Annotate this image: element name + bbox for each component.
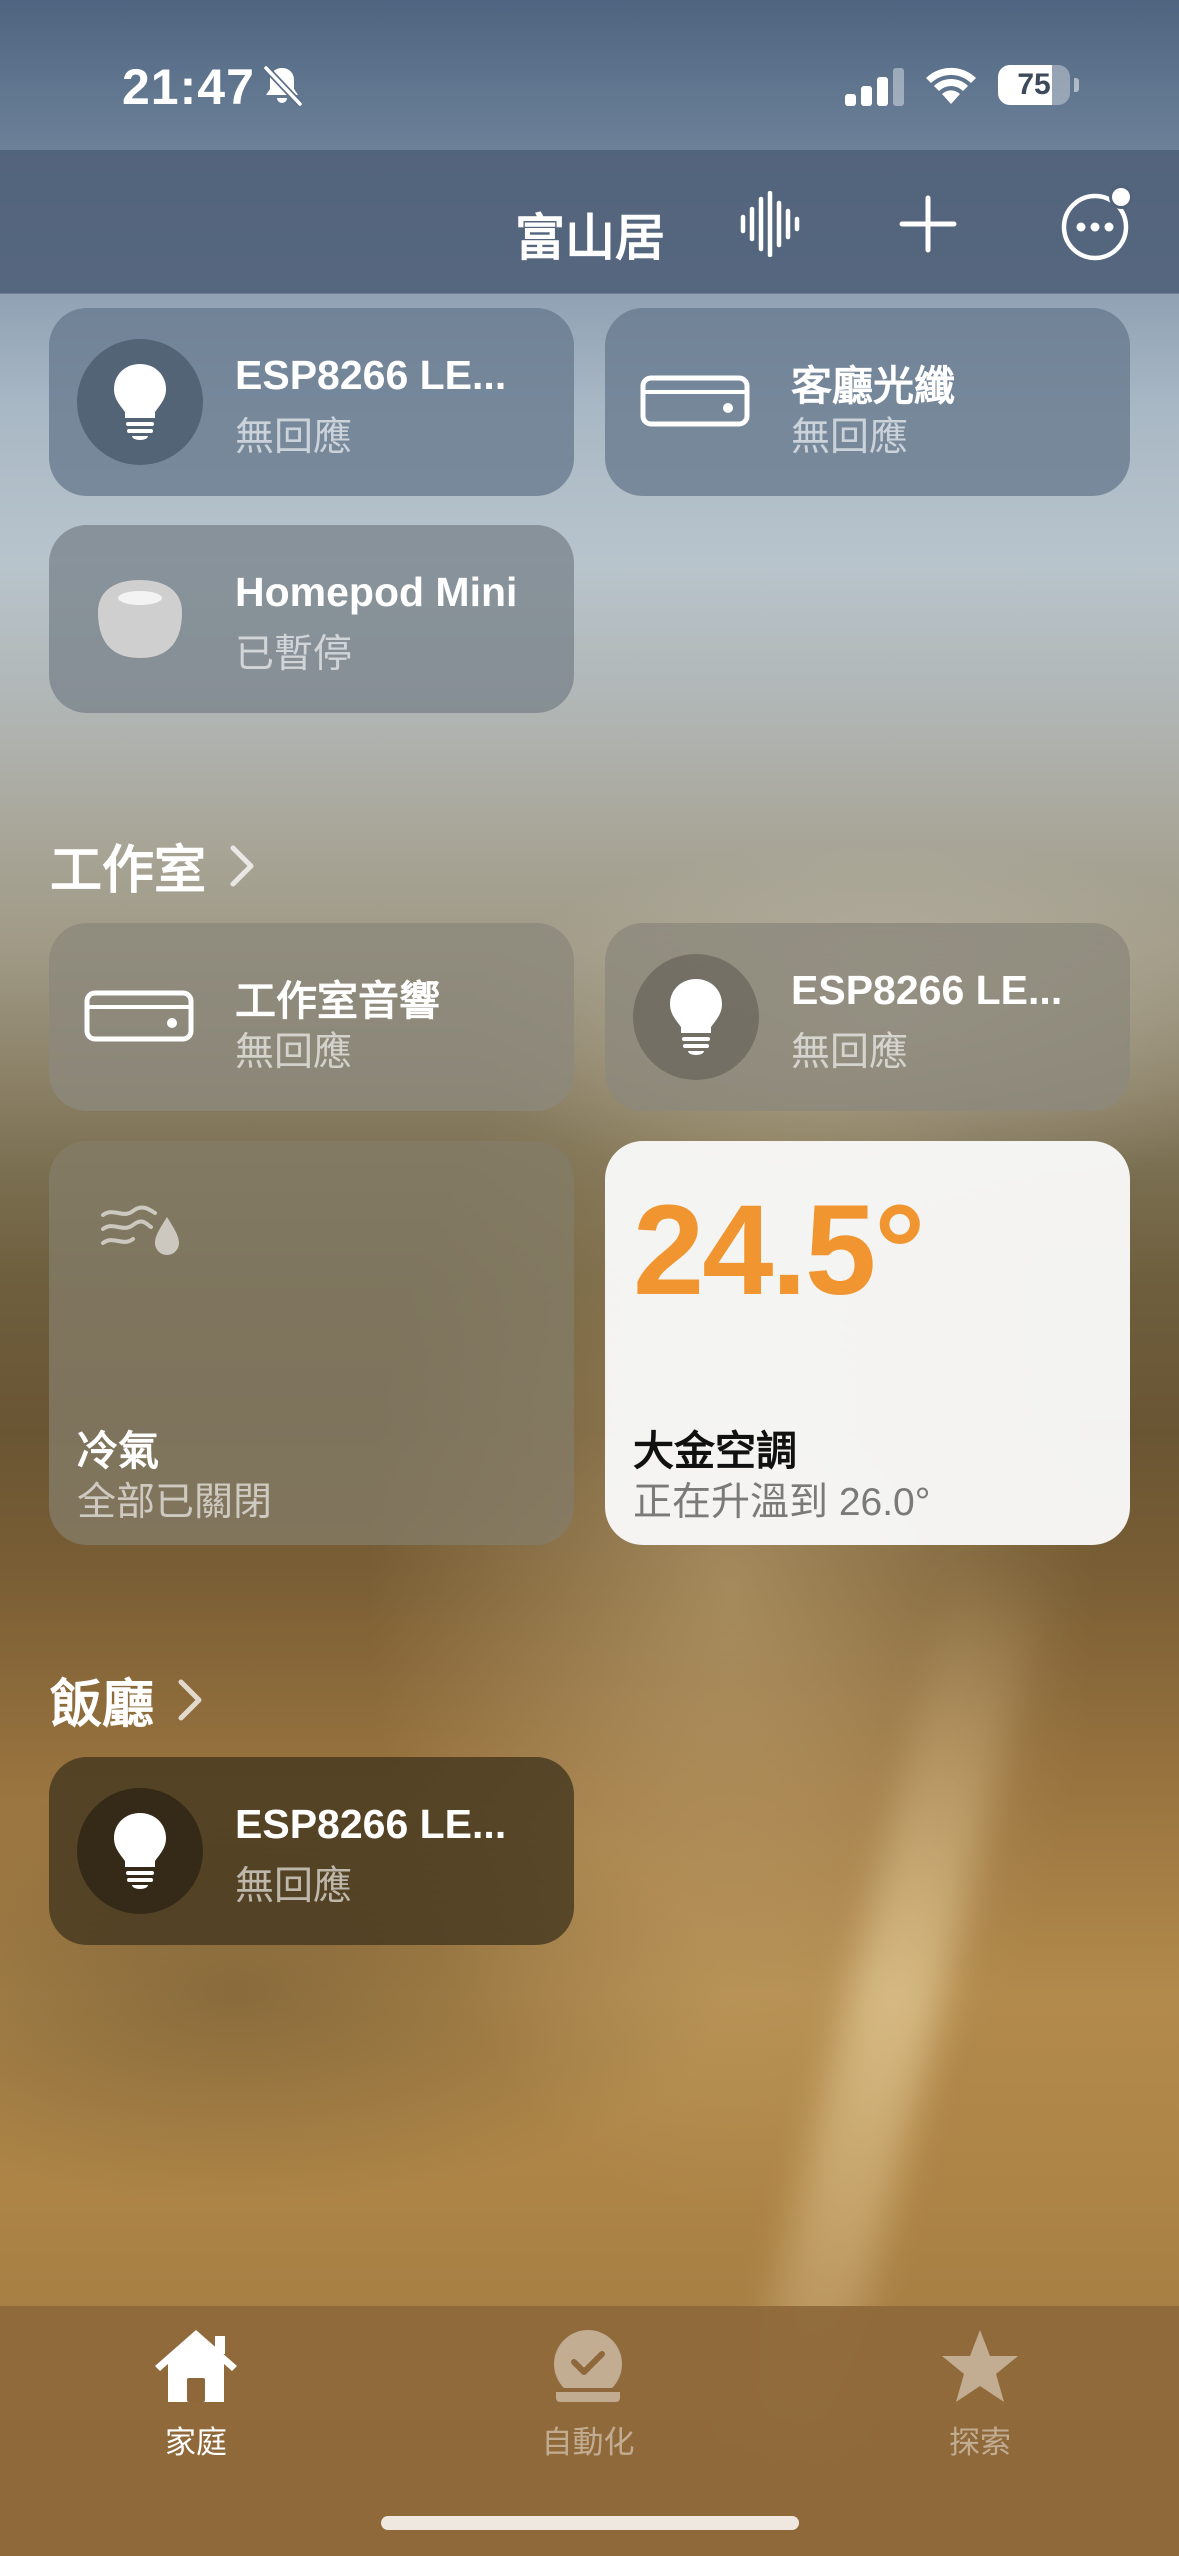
tile-status: 全部已關閉 xyxy=(77,1481,273,1524)
tile-status: 無回應 xyxy=(791,416,909,459)
tab-label: 探索 xyxy=(949,2425,1011,2460)
air-humidity-icon xyxy=(99,1203,185,1274)
tile-status: 無回應 xyxy=(791,1031,909,1074)
add-button[interactable] xyxy=(890,188,966,264)
tile-name: ESP8266 LE... xyxy=(791,967,1063,1013)
tab-home[interactable]: 家庭 xyxy=(96,2326,296,2462)
waveform-icon xyxy=(735,190,801,262)
lightbulb-icon xyxy=(77,1788,203,1914)
tile-name: Homepod Mini xyxy=(235,569,518,615)
status-bar: 21:47 75 xyxy=(0,0,1179,150)
accessory-tile-homepod[interactable]: Homepod Mini 已暫停 xyxy=(49,525,574,713)
chevron-right-icon xyxy=(228,843,256,889)
accessory-tile-studio-esp8266[interactable]: ESP8266 LE... 無回應 xyxy=(605,923,1130,1111)
tile-status: 無回應 xyxy=(235,1865,353,1908)
intercom-button[interactable] xyxy=(730,188,806,264)
home-icon xyxy=(151,2326,241,2411)
tab-label: 家庭 xyxy=(165,2425,227,2460)
section-header-dining[interactable]: 飯廳 xyxy=(50,1662,204,1737)
current-temperature: 24.5° xyxy=(633,1179,925,1322)
tile-name: 客廳光纖 xyxy=(791,363,955,409)
accessory-tile-studio-speaker[interactable]: 工作室音響 無回應 xyxy=(49,923,574,1111)
lightbulb-icon xyxy=(77,339,203,465)
lightbulb-icon xyxy=(633,954,759,1080)
accessory-tile-ac-group[interactable]: 冷氣 全部已關閉 xyxy=(49,1141,574,1545)
home-title[interactable]: 富山居 xyxy=(515,198,665,270)
clock-check-icon xyxy=(548,2326,628,2411)
homepod-mini-icon xyxy=(77,556,203,682)
hub-box-icon xyxy=(77,954,203,1080)
hub-box-icon xyxy=(633,339,759,465)
accessory-tile-esp8266[interactable]: ESP8266 LE... 無回應 xyxy=(49,308,574,496)
tile-name: 大金空調 xyxy=(633,1428,797,1474)
section-title: 工作室 xyxy=(50,842,207,900)
accessory-tile-thermostat[interactable]: 24.5° 大金空調 正在升溫到 26.0° xyxy=(605,1141,1130,1545)
tab-automation[interactable]: 自動化 xyxy=(488,2326,688,2462)
chevron-right-icon xyxy=(176,1677,204,1723)
star-icon xyxy=(940,2326,1020,2411)
tile-status: 正在升溫到 26.0° xyxy=(633,1481,931,1524)
tile-status: 無回應 xyxy=(235,416,353,459)
cellular-signal-icon xyxy=(845,68,907,111)
ellipsis-circle-icon xyxy=(1057,183,1137,268)
tab-discover[interactable]: 探索 xyxy=(880,2326,1080,2462)
plus-icon xyxy=(898,194,958,259)
tile-name: 冷氣 xyxy=(77,1428,159,1474)
battery-percent: 75 xyxy=(1017,68,1051,101)
tile-name: ESP8266 LE... xyxy=(235,1801,507,1847)
bell-slash-icon xyxy=(258,62,306,115)
battery-indicator: 75 xyxy=(998,65,1079,105)
section-title: 飯廳 xyxy=(50,1676,155,1734)
home-indicator xyxy=(381,2516,799,2530)
status-time: 21:47 xyxy=(122,59,255,115)
nav-bar: 富山居 xyxy=(0,150,1179,294)
wifi-icon xyxy=(924,64,978,111)
tile-name: 工作室音響 xyxy=(235,978,440,1024)
tile-name: ESP8266 LE... xyxy=(235,352,507,398)
tile-status: 無回應 xyxy=(235,1031,353,1074)
section-header-studio[interactable]: 工作室 xyxy=(50,828,256,903)
tab-label: 自動化 xyxy=(541,2425,635,2460)
accessory-tile-dining-esp8266[interactable]: ESP8266 LE... 無回應 xyxy=(49,1757,574,1945)
more-button[interactable] xyxy=(1052,180,1142,270)
accessory-tile-living-fiber[interactable]: 客廳光纖 無回應 xyxy=(605,308,1130,496)
tile-status: 已暫停 xyxy=(235,633,353,676)
